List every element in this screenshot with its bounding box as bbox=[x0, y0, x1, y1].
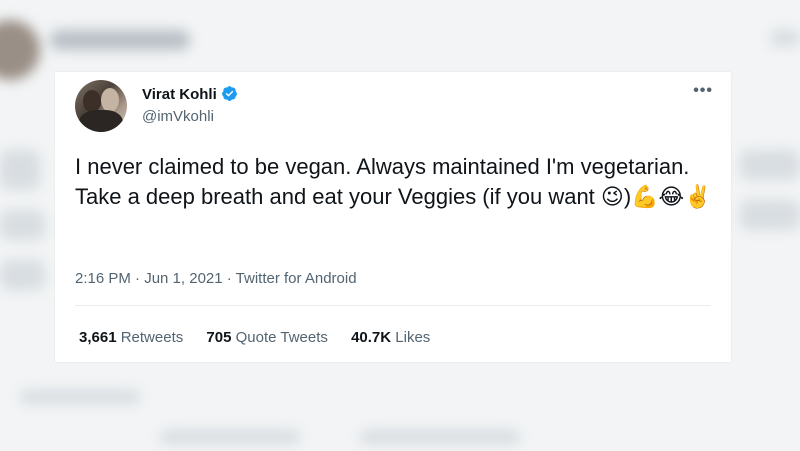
quote-tweets-label: Quote Tweets bbox=[235, 329, 328, 346]
likes-count: 40.7K bbox=[351, 329, 392, 346]
retweets-count: 3,661 bbox=[79, 329, 117, 346]
verified-badge-icon bbox=[221, 85, 238, 102]
retweets-label: Retweets bbox=[120, 329, 184, 346]
more-horizontal-icon[interactable]: ••• bbox=[693, 82, 713, 100]
tweet-source[interactable]: Twitter for Android bbox=[236, 270, 357, 287]
retweets-stat[interactable]: 3,661 Retweets bbox=[79, 329, 183, 346]
avatar[interactable] bbox=[75, 80, 127, 132]
tweet-card: Virat Kohli @imVkohli ••• I never claime… bbox=[55, 72, 731, 362]
quote-tweets-count: 705 bbox=[206, 329, 232, 346]
tweet-text: I never claimed to be vegan. Always main… bbox=[75, 154, 712, 209]
likes-label: Likes bbox=[395, 329, 431, 346]
author-name[interactable]: Virat Kohli bbox=[142, 86, 217, 103]
author-name-row[interactable]: Virat Kohli bbox=[142, 85, 238, 103]
tweet-stats: 3,661 Retweets 705 Quote Tweets 40.7K Li… bbox=[79, 329, 449, 346]
quote-tweets-stat[interactable]: 705 Quote Tweets bbox=[206, 329, 327, 346]
divider bbox=[75, 305, 711, 306]
likes-stat[interactable]: 40.7K Likes bbox=[351, 329, 430, 346]
tweet-meta: 2:16 PM · Jun 1, 2021 · Twitter for Andr… bbox=[75, 270, 357, 287]
tweet-timestamp[interactable]: 2:16 PM · Jun 1, 2021 bbox=[75, 270, 223, 287]
author-handle[interactable]: @imVkohli bbox=[142, 108, 214, 125]
